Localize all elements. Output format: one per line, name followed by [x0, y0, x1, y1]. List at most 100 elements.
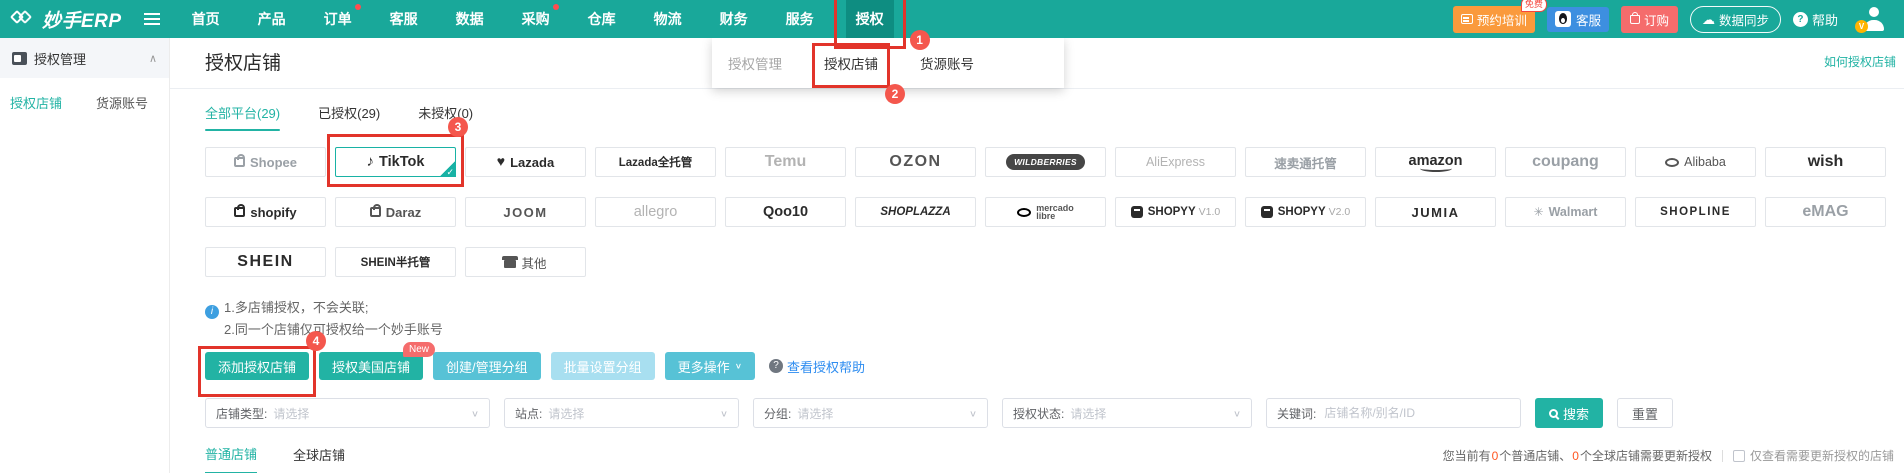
platform-tile[interactable]: coupang — [1505, 147, 1626, 177]
platform-row-3: SHEIN SHEIN半托管 其他 — [205, 247, 1896, 277]
data-sync-button[interactable]: ☁ 数据同步 — [1689, 5, 1781, 33]
platform-tile[interactable]: Qoo10 — [725, 197, 846, 227]
platform-tile[interactable]: eMAG — [1765, 197, 1886, 227]
platform-tile[interactable]: JOOM — [465, 197, 586, 227]
chevron-down-icon: ∨ — [734, 361, 743, 371]
platform-tile[interactable]: mercado libre — [985, 197, 1106, 227]
platform-tile[interactable]: OZON — [855, 147, 976, 177]
platform-tile[interactable]: SHEIN — [205, 247, 326, 277]
qq-support-button[interactable]: 客服 — [1546, 6, 1609, 32]
platform-tile[interactable]: Walmart — [1505, 197, 1626, 227]
platform-tile[interactable]: SHEIN半托管 — [335, 247, 456, 277]
navbar-right: 预约培训 免费 客服 订购 ☁ 数据同步 帮助 V — [1452, 0, 1904, 33]
reset-button[interactable]: 重置 — [1617, 398, 1674, 428]
platform-tile[interactable]: JUMIA — [1375, 197, 1496, 227]
how-to-auth-link[interactable]: 如何授权店铺 — [1824, 53, 1896, 70]
dropdown-item[interactable]: 授权管理 — [728, 53, 782, 73]
more-actions-button[interactable]: 更多操作 ∨ — [664, 352, 756, 380]
info-icon — [205, 305, 219, 319]
platform-tile[interactable]: TikTok 3 — [327, 117, 468, 187]
platform-tile[interactable]: amazon — [1375, 147, 1496, 177]
platform-tile[interactable]: Temu — [725, 147, 846, 177]
platform-tile[interactable]: SHOPYY V1.0 — [1115, 197, 1236, 227]
nav-item[interactable]: 服务 — [780, 0, 820, 38]
platform-logo-icon — [1665, 157, 1680, 167]
filter-select[interactable]: 店铺类型: 请选择 ∨ — [205, 398, 490, 428]
store-type-tab[interactable]: 全球店铺 — [293, 445, 345, 473]
platform-tile[interactable]: wish — [1765, 147, 1886, 177]
search-button[interactable]: 搜索 — [1535, 398, 1604, 428]
platform-tile[interactable]: shopify — [205, 197, 326, 227]
chevron-down-icon: ∨ — [968, 408, 977, 419]
platform-tile[interactable]: allegro — [595, 197, 716, 227]
free-badge: 免费 — [1520, 0, 1547, 12]
dropdown-item[interactable]: 货源账号 — [920, 53, 974, 73]
question-mark-icon — [769, 359, 784, 373]
order-button[interactable]: 订购 — [1620, 5, 1678, 33]
filter-bar: 店铺类型: 请选择 ∨ 站点: 请选择 ∨ 分组: 请选择 ∨ 授权状态: 请选… — [205, 398, 1896, 428]
tab[interactable]: 全部平台(29) — [205, 103, 280, 131]
filter-select[interactable]: 分组: 请选择 ∨ — [753, 398, 988, 428]
search-icon — [1549, 408, 1558, 418]
platform-tile[interactable]: Lazada全托管 — [595, 147, 716, 177]
training-chat-icon — [1460, 14, 1473, 24]
nav-item[interactable]: 首页 — [186, 0, 226, 38]
filter-select[interactable]: 站点: 请选择 ∨ — [504, 398, 739, 428]
platform-tile[interactable]: SHOPLINE — [1635, 197, 1756, 227]
platform-logo-icon — [1260, 206, 1273, 218]
brand-logo-icon — [9, 9, 34, 29]
store-type-tab[interactable]: 普通店铺 — [205, 444, 258, 473]
nav-item[interactable]: 订单 — [318, 0, 361, 38]
nav-item[interactable]: 仓库 — [582, 0, 622, 38]
platform-tile[interactable]: WILDBERRIES — [985, 147, 1106, 177]
user-avatar[interactable]: V — [1855, 7, 1886, 33]
book-training-button[interactable]: 预约培训 免费 — [1452, 0, 1547, 33]
brand[interactable]: 妙手ERP — [9, 6, 122, 33]
platform-tile[interactable]: SHOPLAZZA — [855, 197, 976, 227]
chevron-down-icon: ∨ — [470, 408, 479, 419]
dropdown-item[interactable]: 授权店铺 2 — [812, 43, 905, 104]
nav-item[interactable]: 产品 — [252, 0, 292, 38]
platform-row-1: Shopee TikTok 3 Lazada — [205, 117, 1896, 187]
sidebar-item[interactable]: 授权店铺 — [10, 93, 62, 112]
keyword-input-box[interactable]: 关键词: — [1266, 398, 1521, 428]
vertical-separator — [1721, 449, 1723, 462]
platform-tile[interactable]: AliExpress — [1115, 147, 1236, 177]
step-1-badge: 1 — [909, 30, 930, 50]
nav-item[interactable]: 采购 — [516, 0, 559, 38]
platform-tile[interactable]: 其他 — [465, 247, 586, 277]
platform-tile[interactable]: SHOPYY V2.0 — [1245, 197, 1366, 227]
nav-item[interactable]: 财务 — [714, 0, 754, 38]
platform-tile[interactable]: Daraz — [335, 197, 456, 227]
platform-tile[interactable]: Shopee — [205, 147, 326, 177]
filter-select[interactable]: 授权状态: 请选择 ∨ — [1002, 398, 1252, 428]
tab[interactable]: 已授权(29) — [318, 103, 380, 131]
sidebar-item[interactable]: 货源账号 — [96, 93, 148, 112]
platform-tile[interactable]: 速卖通托管 — [1245, 147, 1366, 177]
platform-logo-icon — [1534, 203, 1544, 221]
help-button[interactable]: 帮助 — [1792, 10, 1838, 29]
brand-name: 妙手ERP — [42, 10, 122, 32]
add-auth-store-button[interactable]: 添加授权店铺 — [205, 352, 310, 380]
main-content: 授权店铺 如何授权店铺 全部平台(29) 已授权(29) 未授权(0) Shopee — [170, 38, 1904, 473]
qq-penguin-icon — [1554, 11, 1571, 27]
renewal-only-checkbox[interactable] — [1732, 449, 1745, 462]
top-navbar: 妙手ERP 首页 产品 订单 客服 数据 采购 仓库 物流 财务 服务 授权 1 预约培训 免费 … — [0, 0, 1904, 50]
platform-row-2: shopify Daraz JOOM allegro Qoo10 SHOPLAZ… — [205, 197, 1896, 227]
hamburger-menu-icon[interactable] — [143, 13, 160, 25]
keyword-input[interactable] — [1322, 405, 1510, 421]
platform-logo-icon — [369, 204, 381, 217]
platform-tile[interactable]: Lazada — [465, 147, 586, 177]
platform-tile[interactable]: Alibaba — [1635, 147, 1756, 177]
batch-group-button[interactable]: 批量设置分组 — [550, 352, 655, 380]
create-group-button[interactable]: 创建/管理分组 — [433, 352, 541, 380]
view-auth-help-link[interactable]: 查看授权帮助 — [769, 357, 865, 376]
nav-item[interactable]: 物流 — [648, 0, 688, 38]
nav-item-auth[interactable]: 授权 1 — [833, 0, 930, 50]
nav-item[interactable]: 数据 — [450, 0, 490, 38]
sidebar-group-auth-management[interactable]: 授权管理 ∧ — [0, 38, 169, 78]
store-manage-icon — [12, 51, 27, 65]
platform-logo-icon — [367, 153, 375, 171]
platform-grid: Shopee TikTok 3 Lazada — [205, 117, 1896, 277]
nav-item[interactable]: 客服 — [384, 0, 424, 38]
